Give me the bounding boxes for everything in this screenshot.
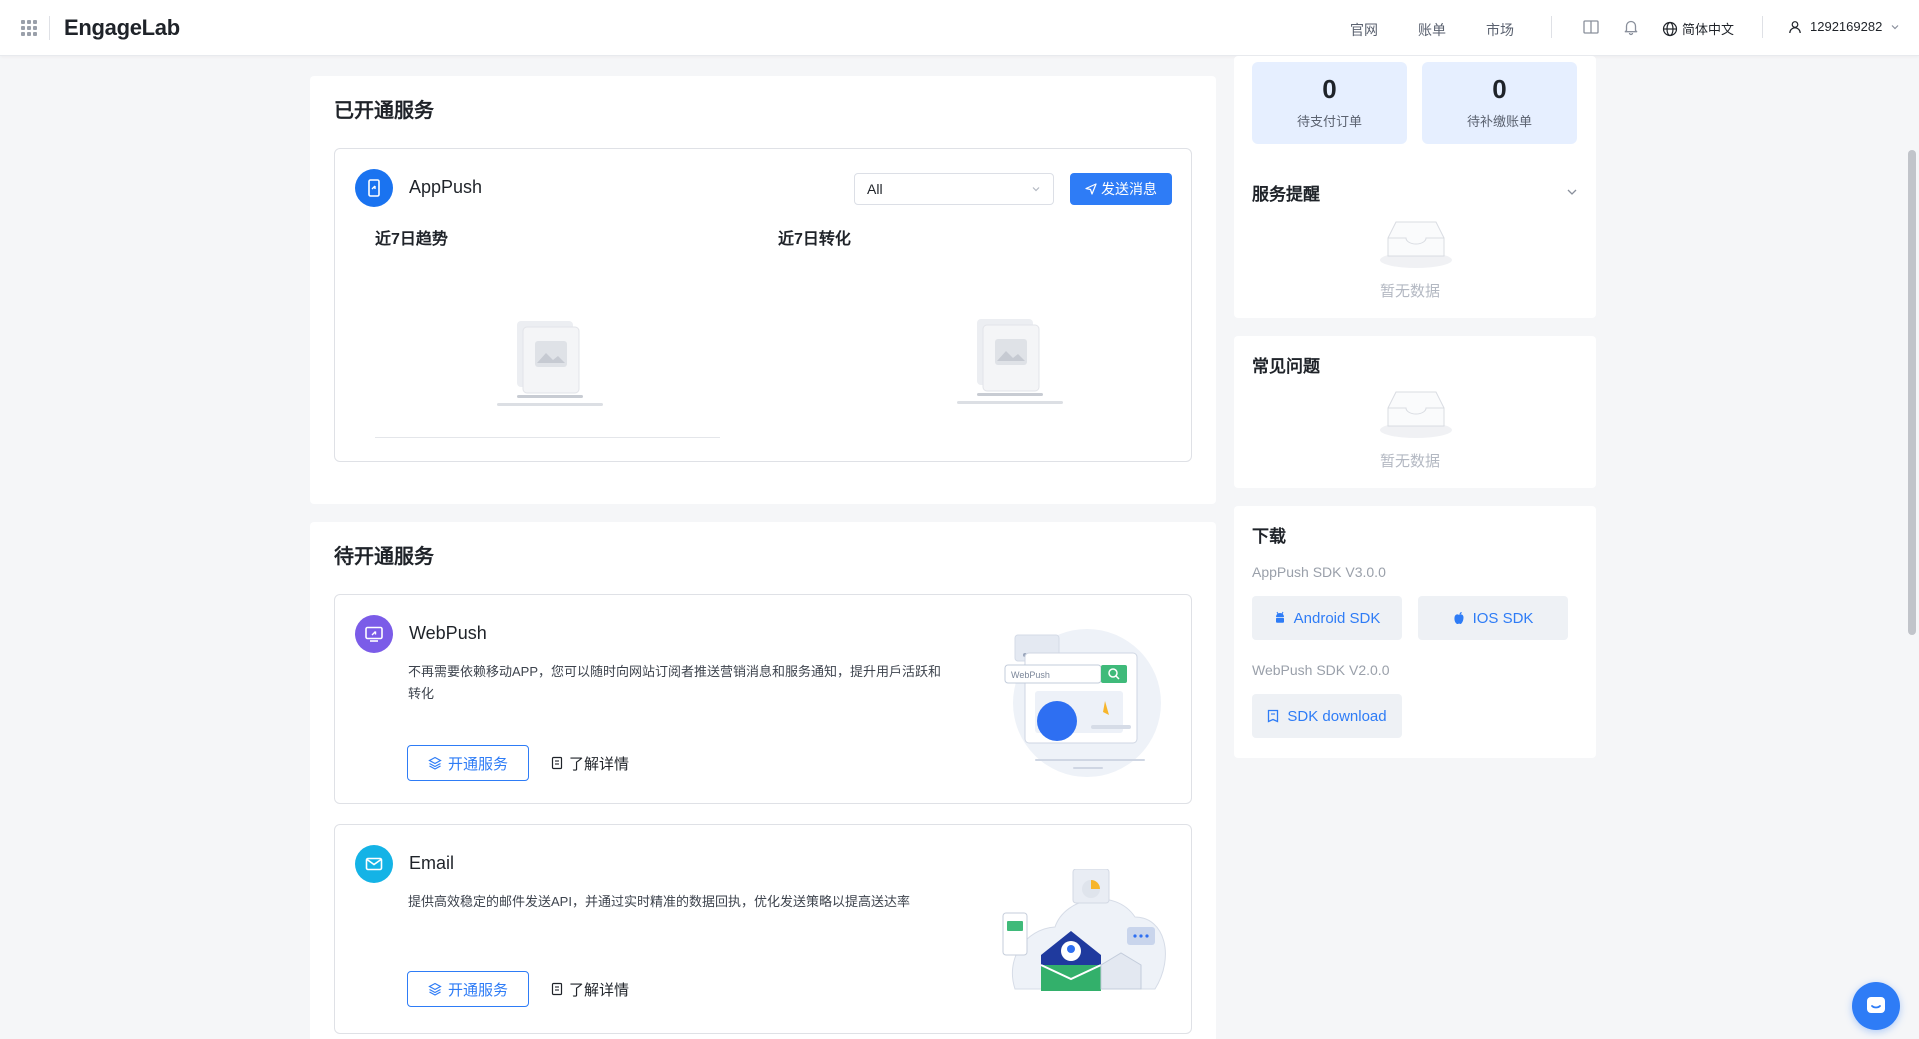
empty-inbox-icon bbox=[1380, 391, 1452, 438]
empty-chart-image-icon bbox=[497, 321, 603, 406]
pending-orders-count: 0 bbox=[1322, 74, 1337, 104]
webpush-open-service-button[interactable]: 开通服务 bbox=[407, 745, 529, 781]
apppush-sdk-label: AppPush SDK V3.0.0 bbox=[1252, 564, 1386, 580]
apppush-filter-select[interactable]: All bbox=[854, 173, 1054, 205]
opened-services-card: 已开通服务 AppPush All 发送消息 近7日趋势 近7日转化 bbox=[310, 76, 1216, 504]
android-sdk-label: Android SDK bbox=[1293, 609, 1381, 627]
nav-market[interactable]: 市场 bbox=[1486, 20, 1514, 40]
open-service-label: 开通服务 bbox=[447, 981, 508, 999]
email-open-service-button[interactable]: 开通服务 bbox=[407, 971, 529, 1007]
illustration-search-text: WebPush bbox=[1011, 670, 1050, 680]
bell-icon[interactable] bbox=[1622, 18, 1642, 38]
user-menu[interactable]: 1292169282 bbox=[1788, 19, 1900, 34]
webpush-icon bbox=[355, 615, 393, 653]
android-icon bbox=[1275, 611, 1284, 623]
email-name: Email bbox=[409, 853, 455, 873]
chevron-down-icon[interactable] bbox=[1566, 186, 1578, 198]
apppush-name: AppPush bbox=[409, 177, 483, 197]
reminders-title: 服务提醒 bbox=[1252, 185, 1320, 204]
webpush-service-box: WebPush 不再需要依赖移动APP，您可以随时向网站订阅者推送营销消息和服务… bbox=[334, 594, 1192, 804]
globe-icon bbox=[1662, 21, 1678, 36]
chat-icon bbox=[1867, 997, 1885, 1013]
empty-chart-image-icon bbox=[957, 319, 1063, 404]
package-icon bbox=[1268, 709, 1279, 723]
trend-title: 近7日趋势 bbox=[375, 231, 448, 248]
conversion-title: 近7日转化 bbox=[778, 231, 851, 248]
filter-value: All bbox=[867, 181, 883, 197]
divider bbox=[49, 16, 50, 40]
apppush-icon bbox=[355, 169, 393, 207]
details-label: 了解详情 bbox=[569, 755, 630, 773]
email-illustration bbox=[1002, 869, 1166, 991]
webpush-name: WebPush bbox=[409, 623, 487, 643]
faq-title: 常见问题 bbox=[1252, 357, 1320, 376]
overview-card: 0 待支付订单 0 待补缴账单 服务提醒 暂无数据 bbox=[1234, 56, 1596, 318]
user-id: 1292169282 bbox=[1810, 19, 1883, 34]
webpush-details-link[interactable]: 了解详情 bbox=[551, 745, 629, 781]
chevron-down-icon bbox=[1032, 187, 1040, 192]
top-bar: EngageLab 官网 账单 市场 简体中文 1292169282 bbox=[0, 0, 1919, 56]
downloads-title: 下载 bbox=[1252, 527, 1286, 546]
pending-bills-label: 待补缴账单 bbox=[1466, 114, 1532, 129]
sdk-download-button[interactable]: SDK download bbox=[1252, 694, 1402, 738]
details-label: 了解详情 bbox=[569, 981, 630, 999]
send-message-label: 发送消息 bbox=[1101, 181, 1157, 197]
layers-icon bbox=[428, 756, 442, 770]
nav-billing[interactable]: 账单 bbox=[1418, 20, 1446, 40]
apple-icon bbox=[1453, 612, 1464, 624]
user-icon bbox=[1789, 20, 1801, 33]
logo[interactable]: EngageLab bbox=[64, 15, 180, 41]
opened-services-title: 已开通服务 bbox=[334, 100, 434, 122]
apppush-service-box: AppPush All 发送消息 近7日趋势 近7日转化 bbox=[334, 148, 1192, 462]
email-service-box: Email 提供高效稳定的邮件发送API，并通过实时精准的数据回执，优化发送策略… bbox=[334, 824, 1192, 1034]
divider bbox=[1551, 16, 1552, 38]
layers-icon bbox=[428, 982, 442, 996]
webpush-illustration: WebPush bbox=[1004, 629, 1161, 777]
pending-services-card: 待开通服务 WebPush 不再需要依赖移动APP，您可以随时向网站订阅者推送营… bbox=[310, 522, 1216, 1039]
apps-grid-icon[interactable] bbox=[21, 20, 37, 36]
chevron-down-icon bbox=[1891, 24, 1899, 29]
pending-bills-stat[interactable]: 0 待补缴账单 bbox=[1422, 62, 1577, 144]
language-label: 简体中文 bbox=[1682, 22, 1735, 37]
android-sdk-button[interactable]: Android SDK bbox=[1252, 596, 1402, 640]
email-details-link[interactable]: 了解详情 bbox=[551, 971, 629, 1007]
webpush-sdk-label: WebPush SDK V2.0.0 bbox=[1252, 662, 1390, 678]
pending-bills-count: 0 bbox=[1492, 74, 1507, 104]
pending-orders-label: 待支付订单 bbox=[1296, 114, 1362, 129]
webpush-description: 不再需要依赖移动APP，您可以随时向网站订阅者推送营销消息和服务通知，提升用戶活… bbox=[408, 664, 942, 701]
pending-orders-stat[interactable]: 0 待支付订单 bbox=[1252, 62, 1407, 144]
email-icon bbox=[355, 845, 393, 883]
faq-card: 常见问题 暂无数据 bbox=[1234, 336, 1596, 488]
reminders-empty-text: 暂无数据 bbox=[1380, 283, 1441, 300]
book-icon[interactable] bbox=[1582, 18, 1602, 38]
chat-support-button[interactable] bbox=[1852, 982, 1900, 1030]
document-icon bbox=[551, 982, 563, 996]
empty-inbox-icon bbox=[1380, 221, 1452, 268]
document-icon bbox=[551, 756, 563, 770]
email-description: 提供高效稳定的邮件发送API，并通过实时精准的数据回执，优化发送策略以提高送达率 bbox=[408, 894, 910, 909]
nav-official-site[interactable]: 官网 bbox=[1350, 20, 1378, 40]
downloads-card: 下载 AppPush SDK V3.0.0 Android SDK IOS SD… bbox=[1234, 506, 1596, 758]
faq-empty-text: 暂无数据 bbox=[1380, 453, 1441, 470]
send-icon bbox=[1085, 183, 1097, 195]
chart-axis-line bbox=[375, 437, 720, 438]
ios-sdk-button[interactable]: IOS SDK bbox=[1418, 596, 1568, 640]
divider bbox=[1762, 16, 1763, 38]
open-service-label: 开通服务 bbox=[447, 755, 508, 773]
scrollbar[interactable] bbox=[1908, 150, 1916, 635]
send-message-button[interactable]: 发送消息 bbox=[1070, 173, 1172, 205]
pending-services-title: 待开通服务 bbox=[334, 546, 434, 568]
sdk-download-label: SDK download bbox=[1287, 707, 1387, 725]
ios-sdk-label: IOS SDK bbox=[1472, 609, 1534, 627]
language-selector[interactable]: 简体中文 bbox=[1662, 19, 1734, 38]
